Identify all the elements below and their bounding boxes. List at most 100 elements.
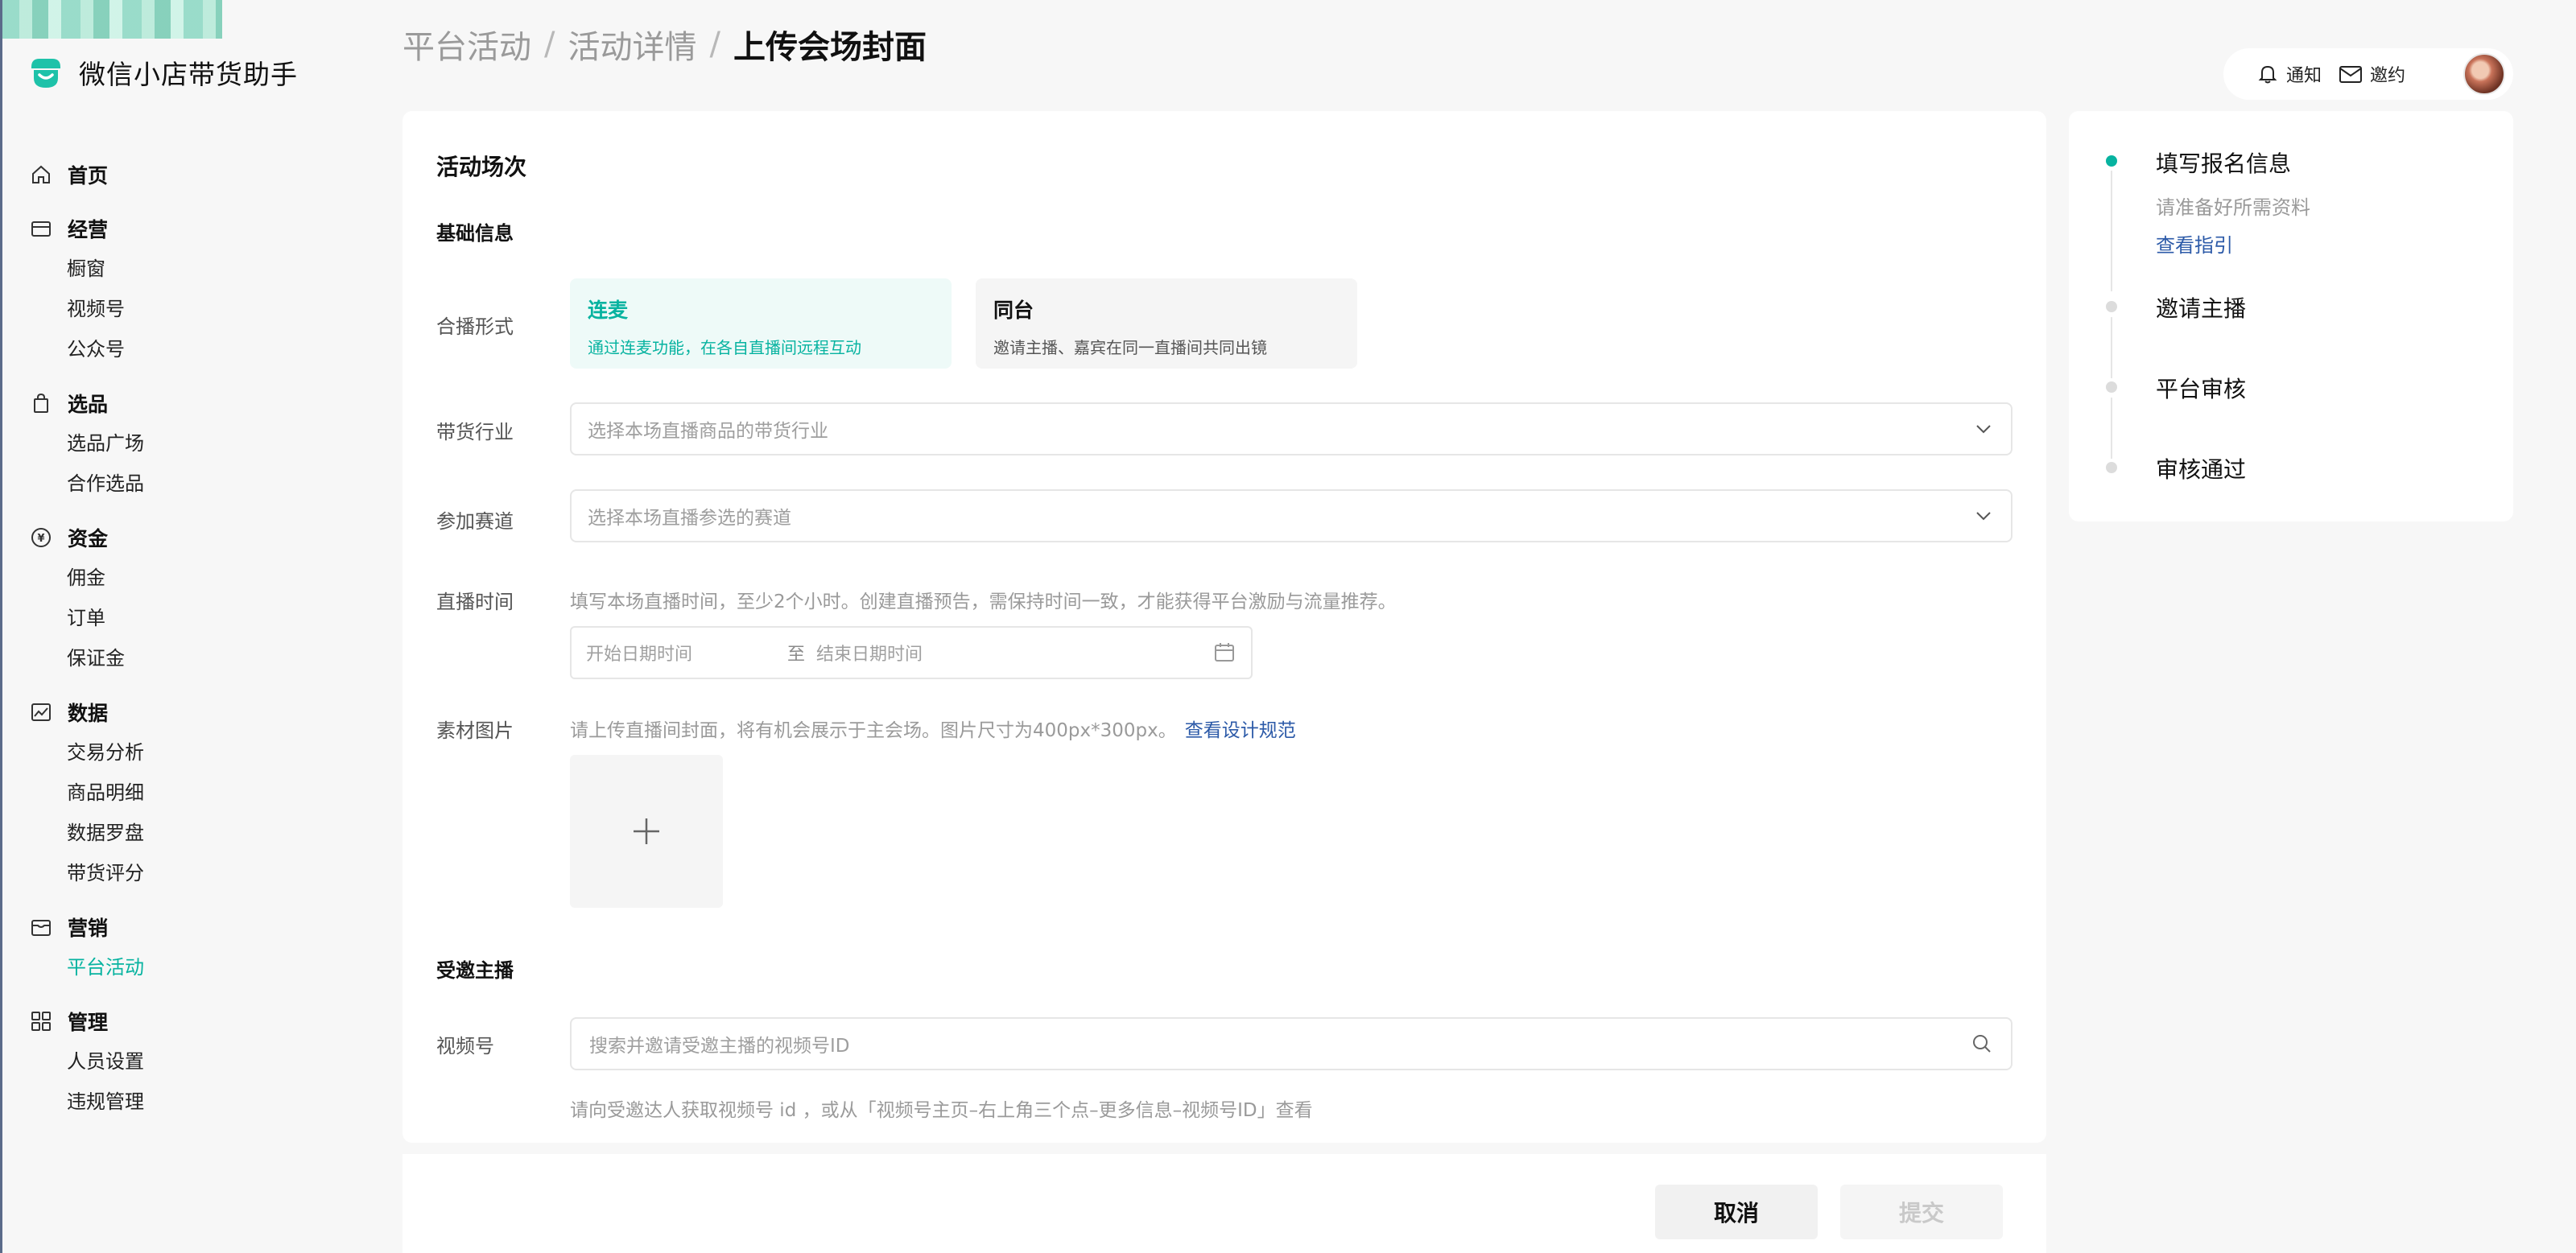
plus-icon — [634, 818, 659, 844]
sidebar-group-data[interactable]: 数据 — [29, 692, 351, 732]
sidebar-group-label: 管理 — [68, 1011, 109, 1034]
submit-button[interactable]: 提交 — [1840, 1185, 2003, 1239]
option-title: 连麦 — [588, 299, 629, 322]
breadcrumb-separator: / — [709, 26, 720, 63]
channel-id-search-input[interactable]: 搜索并邀请受邀主播的视频号ID — [570, 1017, 2013, 1070]
sidebar-item-product-detail[interactable]: 商品明细 — [29, 773, 351, 813]
sidebar-group-label: 首页 — [68, 164, 109, 188]
sidebar: 微信小店带货助手 首页 经营 橱窗 视频号 公众号 选品 选品广场 合作选品 ¥… — [0, 0, 370, 1253]
sidebar-group-management[interactable]: 管理 — [29, 1001, 351, 1041]
sidebar-item-commission[interactable]: 佣金 — [29, 558, 351, 598]
sidebar-group-marketing[interactable]: 营销 — [29, 907, 351, 947]
sidebar-group-label: 经营 — [68, 218, 109, 241]
material-label: 素材图片 — [436, 719, 514, 742]
sidebar-group-business[interactable]: 经营 — [29, 208, 351, 249]
sidebar-item-data-compass[interactable]: 数据罗盘 — [29, 813, 351, 853]
shop-logo-icon — [31, 59, 60, 88]
breadcrumb-separator: / — [544, 26, 555, 63]
option-desc: 通过连麦功能，在各自直播间远程互动 — [588, 338, 861, 357]
design-spec-link[interactable]: 查看设计规范 — [1185, 720, 1296, 741]
sidebar-group-label: 数据 — [68, 702, 109, 725]
channel-id-hint: 请向受邀达人获取视频号 id ，或从「视频号主页–右上角三个点–更多信息–视频号… — [570, 1100, 1313, 1121]
cancel-button[interactable]: 取消 — [1655, 1185, 1818, 1239]
notify-label: 通知 — [2286, 66, 2322, 86]
sidebar-item-orders[interactable]: 订单 — [29, 598, 351, 638]
bell-icon — [2258, 65, 2277, 84]
material-hint-row: 请上传直播间封面，将有机会展示于主会场。图片尺寸为400px*300px。 查看设… — [570, 715, 1296, 742]
mail-icon — [2339, 66, 2363, 83]
sidebar-item-channels[interactable]: 视频号 — [29, 289, 351, 329]
step-platform-review: 平台审核 — [2156, 372, 2246, 404]
track-placeholder: 选择本场直播参选的赛道 — [588, 508, 791, 529]
sidebar-item-staff-settings[interactable]: 人员设置 — [29, 1041, 351, 1082]
industry-select[interactable]: 选择本场直播商品的带货行业 — [570, 402, 2013, 455]
sidebar-item-cooperation[interactable]: 合作选品 — [29, 464, 351, 504]
sidebar-item-deposit[interactable]: 保证金 — [29, 638, 351, 678]
step-title: 填写报名信息 — [2156, 150, 2292, 177]
sidebar-item-violation[interactable]: 违规管理 — [29, 1082, 351, 1122]
option-title: 同台 — [993, 299, 1034, 322]
store-icon — [29, 216, 53, 241]
broadcast-mode-label: 合播形式 — [436, 315, 514, 338]
step-dot — [2106, 462, 2117, 473]
end-datetime[interactable]: 结束日期时间 — [816, 640, 1212, 666]
view-guide-link[interactable]: 查看指引 — [2156, 229, 2310, 258]
breadcrumb-activity-detail[interactable]: 活动详情 — [568, 21, 696, 68]
sidebar-item-sales-score[interactable]: 带货评分 — [29, 853, 351, 893]
sidebar-group-label: 营销 — [68, 917, 109, 940]
step-connector — [2111, 317, 2112, 378]
form-title: 活动场次 — [436, 154, 527, 180]
progress-steps: 填写报名信息 请准备好所需资料 查看指引 邀请主播 平台审核 审核通过 — [2069, 111, 2513, 521]
sidebar-item-home[interactable]: 首页 — [29, 155, 351, 195]
step-fill-info: 填写报名信息 请准备好所需资料 查看指引 — [2156, 146, 2310, 258]
step-connector — [2111, 171, 2112, 291]
sidebar-item-official-account[interactable]: 公众号 — [29, 329, 351, 369]
step-title: 平台审核 — [2156, 376, 2247, 402]
step-dot-active — [2106, 155, 2117, 167]
option-desc: 邀请主播、嘉宾在同一直播间共同出镜 — [993, 338, 1267, 357]
sidebar-group-funds[interactable]: ¥ 资金 — [29, 517, 351, 558]
material-hint: 请上传直播间封面，将有机会展示于主会场。图片尺寸为400px*300px。 — [570, 720, 1177, 741]
step-title: 审核通过 — [2156, 456, 2247, 483]
sidebar-item-product-square[interactable]: 选品广场 — [29, 423, 351, 464]
grid-icon — [29, 1009, 53, 1033]
sidebar-group-label: 资金 — [68, 527, 109, 550]
track-label: 参加赛道 — [436, 510, 514, 533]
sidebar-group-label: 选品 — [68, 393, 109, 416]
basic-info-heading: 基础信息 — [436, 222, 514, 245]
step-dot — [2106, 381, 2117, 393]
brand[interactable]: 微信小店带货助手 — [27, 53, 298, 92]
avatar[interactable] — [2463, 53, 2505, 95]
breadcrumb-platform-activity[interactable]: 平台活动 — [402, 21, 531, 68]
step-title: 邀请主播 — [2156, 295, 2247, 322]
sidebar-item-platform-activity[interactable]: 平台活动 — [29, 947, 351, 987]
sidebar-group-selection[interactable]: 选品 — [29, 383, 351, 423]
step-invite-host: 邀请主播 — [2156, 291, 2246, 324]
invited-host-heading: 受邀主播 — [436, 959, 514, 982]
live-time-hint: 填写本场直播时间，至少2个小时。创建直播预告，需保持时间一致，才能获得平台激励与… — [570, 591, 1397, 612]
step-approved: 审核通过 — [2156, 452, 2246, 484]
image-upload-button[interactable] — [570, 755, 723, 908]
live-time-range-picker[interactable]: 开始日期时间 至 结束日期时间 — [570, 626, 1253, 679]
yen-coin-icon: ¥ — [29, 526, 53, 550]
home-icon — [29, 163, 53, 187]
calendar-icon — [1215, 643, 1234, 662]
option-lianmai[interactable]: 连麦 通过连麦功能，在各自直播间远程互动 — [570, 278, 952, 369]
breadcrumb: 平台活动 / 活动详情 / 上传会场封面 — [402, 21, 927, 68]
track-select[interactable]: 选择本场直播参选的赛道 — [570, 489, 2013, 542]
start-datetime[interactable]: 开始日期时间 — [586, 640, 787, 666]
step-dot — [2106, 301, 2117, 312]
chevron-down-icon — [1976, 425, 1991, 434]
activity-form-card: 活动场次 基础信息 合播形式 连麦 通过连麦功能，在各自直播间远程互动 同台 邀… — [402, 111, 2046, 1143]
option-tongtai[interactable]: 同台 邀请主播、嘉宾在同一直播间共同出镜 — [976, 278, 1357, 369]
page-title: 上传会场封面 — [733, 29, 927, 66]
step-connector — [2111, 398, 2112, 459]
invite-label: 邀约 — [2370, 66, 2406, 86]
notify-button[interactable]: 通知 — [2256, 61, 2322, 87]
sidebar-item-showcase[interactable]: 橱窗 — [29, 249, 351, 289]
sidebar-item-trade-analysis[interactable]: 交易分析 — [29, 732, 351, 773]
app-root: 微信小店带货助手 首页 经营 橱窗 视频号 公众号 选品 选品广场 合作选品 ¥… — [0, 0, 2576, 1253]
channel-id-placeholder: 搜索并邀请受邀主播的视频号ID — [589, 1036, 850, 1057]
invite-button[interactable]: 邀约 — [2338, 61, 2405, 87]
industry-label: 带货行业 — [436, 421, 514, 443]
